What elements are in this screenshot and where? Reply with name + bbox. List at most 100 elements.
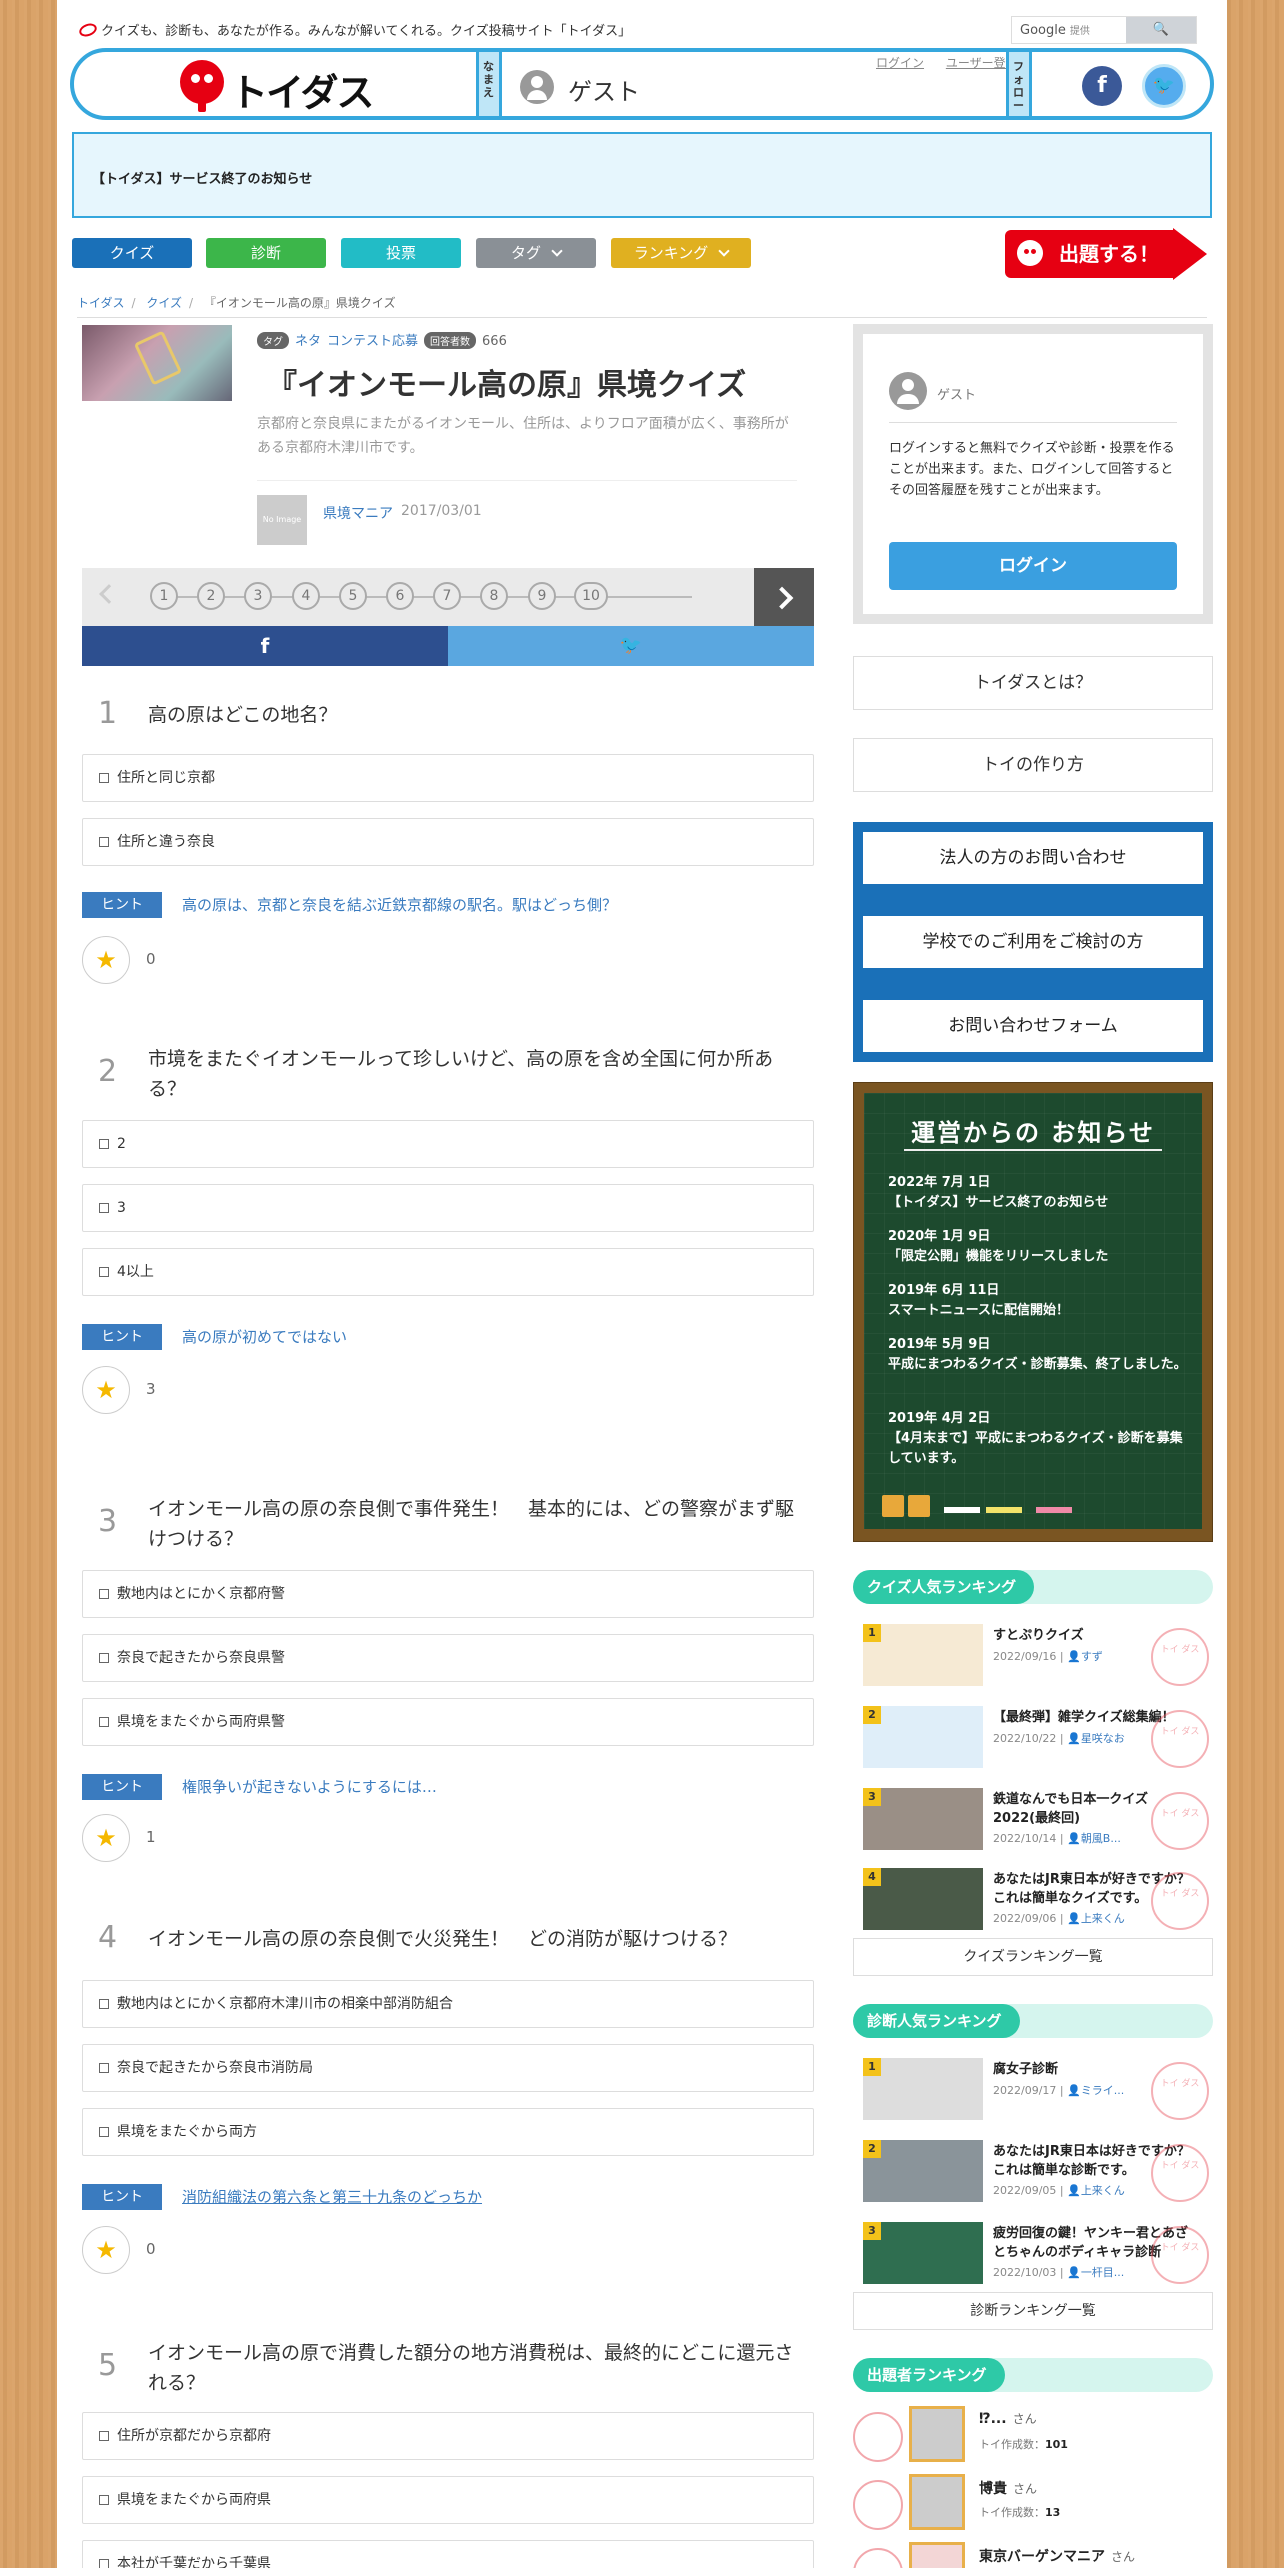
answer-option[interactable]: 3	[82, 1184, 814, 1232]
nav-diagnosis[interactable]: 診断	[206, 238, 326, 268]
star-icon[interactable]: ★	[82, 936, 130, 984]
hint-text: 高の原が初めてではない	[182, 1328, 348, 1346]
about-button[interactable]: トイダスとは？	[853, 656, 1213, 710]
ranking-item[interactable]: 3 疲労回復の鍵！ヤンキー君とあざとちゃんのボディキャラ診断 2022/10/0…	[863, 2222, 1213, 2292]
ranking-item[interactable]: 3 鉄道なんでも日本一クイズ2022(最終回) 2022/10/14 | 👤朝風…	[863, 1788, 1213, 1858]
pager-page[interactable]: 1	[150, 582, 178, 610]
question-text: イオンモール高の原で消費した額分の地方消費税は、最終的にどこに還元される？	[148, 2342, 794, 2394]
ranking-item[interactable]: 2 【最終弾】雑学クイズ総集編！ 2022/10/22 | 👤星咲なお トイ ダ…	[863, 1706, 1213, 1776]
author-name[interactable]: 県境マニア	[323, 503, 393, 523]
site-header: トイダス なまえ ゲスト ログイン ユーザー登録 フォロー f 🐦	[70, 48, 1214, 120]
hint-link[interactable]: 消防組織法の第六条と第三十九条のどっちか	[182, 2186, 482, 2207]
search-icon: 🔍	[1152, 22, 1170, 37]
answer-option[interactable]: 住所と違う奈良	[82, 818, 814, 866]
pager-page[interactable]: 2	[197, 582, 225, 610]
breadcrumb-quiz[interactable]: クイズ	[146, 296, 182, 310]
breadcrumb-current: 『イオンモール高の原』県境クイズ	[203, 296, 396, 310]
login-button[interactable]: ログイン	[889, 542, 1177, 590]
pager-page[interactable]: 10	[574, 582, 608, 610]
answer-option[interactable]: 2	[82, 1120, 814, 1168]
answer-count: 666	[482, 334, 507, 349]
service-notice[interactable]: 【トイダス】サービス終了のお知らせ	[72, 132, 1212, 218]
post-quiz-button[interactable]: 出題する！	[1005, 228, 1209, 280]
pager-page[interactable]: 3	[244, 582, 272, 610]
news-item[interactable]: 2019年 4月 2日 【4月末まで】平成にまつわるクイズ・診断を募集しています。	[888, 1409, 1188, 1469]
news-item[interactable]: 2022年 7月 1日 【トイダス】サービス終了のお知らせ	[888, 1173, 1188, 1213]
quiz-ranking-more[interactable]: クイズランキング一覧	[853, 1938, 1213, 1976]
nav-ranking[interactable]: ランキング	[611, 238, 751, 268]
breadcrumb-home[interactable]: トイダス	[77, 296, 125, 310]
login-link[interactable]: ログイン	[876, 56, 924, 70]
answer-option[interactable]: 敷地内はとにかく京都府木津川市の相楽中部消防組合	[82, 1980, 814, 2028]
question-pager: 1 2 3 4 5 6 7 8 9 10	[82, 568, 814, 626]
answer-option[interactable]: 県境をまたぐから両方	[82, 2108, 814, 2156]
twitter-icon[interactable]: 🐦	[1142, 64, 1186, 108]
school-contact-button[interactable]: 学校でのご利用をご検討の方	[863, 916, 1203, 968]
like-counter: ★ 3	[82, 1366, 282, 1416]
share-bar: f 🐦	[82, 626, 814, 666]
news-board: 運営からの お知らせ 2022年 7月 1日 【トイダス】サービス終了のお知らせ …	[853, 1082, 1213, 1542]
like-counter: ★ 1	[82, 1814, 282, 1864]
twitter-share-button[interactable]: 🐦	[448, 626, 814, 666]
checkbox-icon	[99, 773, 109, 783]
quiz-author: No Image 県境マニア 2017/03/01	[257, 480, 797, 545]
site-logo[interactable]: トイダス	[180, 58, 380, 115]
pager-page[interactable]: 5	[339, 582, 367, 610]
answer-option[interactable]: 奈良で起きたから奈良県警	[82, 1634, 814, 1682]
quiz-title: 『イオンモール高の原』県境クイズ	[267, 368, 747, 403]
question-text: 高の原はどこの地名？	[148, 704, 338, 726]
facebook-icon[interactable]: f	[1082, 66, 1122, 106]
nav-vote[interactable]: 投票	[341, 238, 461, 268]
answer-option[interactable]: 住所が京都だから京都府	[82, 2412, 814, 2460]
author-ranking-item[interactable]: 東京バーゲンマニア さん	[853, 2542, 1213, 2568]
pager-page[interactable]: 4	[292, 582, 320, 610]
ranking-thumbnail	[863, 1788, 983, 1850]
answer-option[interactable]: 奈良で起きたから奈良市消防局	[82, 2044, 814, 2092]
corporate-contact-button[interactable]: 法人の方のお問い合わせ	[863, 832, 1203, 884]
chevron-down-icon	[551, 245, 563, 257]
hint-badge: ヒント	[82, 1324, 162, 1350]
ranking-thumbnail	[863, 2058, 983, 2120]
ranking-item[interactable]: 1 すとぷりクイズ 2022/09/16 | 👤すず トイ ダス	[863, 1624, 1213, 1694]
facebook-share-button[interactable]: f	[82, 626, 448, 666]
toidas-stamp-icon	[853, 2548, 903, 2568]
chevron-left-icon[interactable]	[99, 584, 119, 604]
answer-option[interactable]: 敷地内はとにかく京都府警	[82, 1570, 814, 1618]
news-item[interactable]: 2019年 6月 11日 スマートニュースに配信開始！	[888, 1281, 1188, 1321]
author-avatar[interactable]: No Image	[257, 495, 307, 545]
pager-page[interactable]: 9	[528, 582, 556, 610]
hint: ヒント 高の原が初めてではない	[82, 1322, 814, 1352]
nav-quiz[interactable]: クイズ	[72, 238, 192, 268]
pager-page[interactable]: 8	[480, 582, 508, 610]
answer-option[interactable]: 県境をまたぐから両府県警	[82, 1698, 814, 1746]
ranking-item[interactable]: 2 あなたはJR東日本は好きですか？これは簡単な診断です。 2022/09/05…	[863, 2140, 1213, 2210]
ranking-item[interactable]: 1 腐女子診断 2022/09/17 | 👤ミライ... トイ ダス	[863, 2058, 1213, 2128]
answer-option[interactable]: 県境をまたぐから両府県	[82, 2476, 814, 2524]
howto-button[interactable]: トイの作り方	[853, 738, 1213, 792]
pager-page[interactable]: 6	[386, 582, 414, 610]
star-icon[interactable]: ★	[82, 2226, 130, 2274]
news-item[interactable]: 2019年 5月 9日 平成にまつわるクイズ・診断募集、終了しました。	[888, 1335, 1188, 1375]
diagnosis-ranking-more[interactable]: 診断ランキング一覧	[853, 2292, 1213, 2330]
pager-page[interactable]: 7	[433, 582, 461, 610]
star-icon[interactable]: ★	[82, 1366, 130, 1414]
google-search[interactable]: Google 提供 🔍	[1011, 16, 1197, 44]
chalk-icon	[986, 1507, 1022, 1513]
diagnosis-ranking-header: 診断人気ランキング	[853, 2004, 1213, 2038]
author-ranking-item[interactable]: 博貴 さん トイ作成数：13	[853, 2474, 1213, 2534]
news-item[interactable]: 2020年 1月 9日 「限定公開」機能をリリースしました	[888, 1227, 1188, 1267]
chevron-right-icon[interactable]	[754, 568, 814, 626]
nav-tag[interactable]: タグ	[476, 238, 596, 268]
answer-option[interactable]: 4以上	[82, 1248, 814, 1296]
star-icon[interactable]: ★	[82, 1814, 130, 1862]
toidas-stamp-icon: トイ ダス	[1151, 1792, 1209, 1850]
tag-link[interactable]: コンテスト応募	[327, 334, 418, 349]
answer-option[interactable]: 本社が千葉だから千葉県	[82, 2540, 814, 2568]
ranking-item[interactable]: 4 あなたはJR東日本が好きですか？これは簡単なクイズです。 2022/09/0…	[863, 1868, 1213, 1938]
search-button[interactable]: 🔍	[1126, 17, 1196, 43]
author-ranking-item[interactable]: ⁉... さん トイ作成数：101	[853, 2406, 1213, 2466]
answer-option[interactable]: 住所と同じ京都	[82, 754, 814, 802]
tag-link[interactable]: ネタ	[295, 334, 321, 349]
contact-form-button[interactable]: お問い合わせフォーム	[863, 1000, 1203, 1052]
guest-name: ゲスト	[568, 78, 640, 106]
